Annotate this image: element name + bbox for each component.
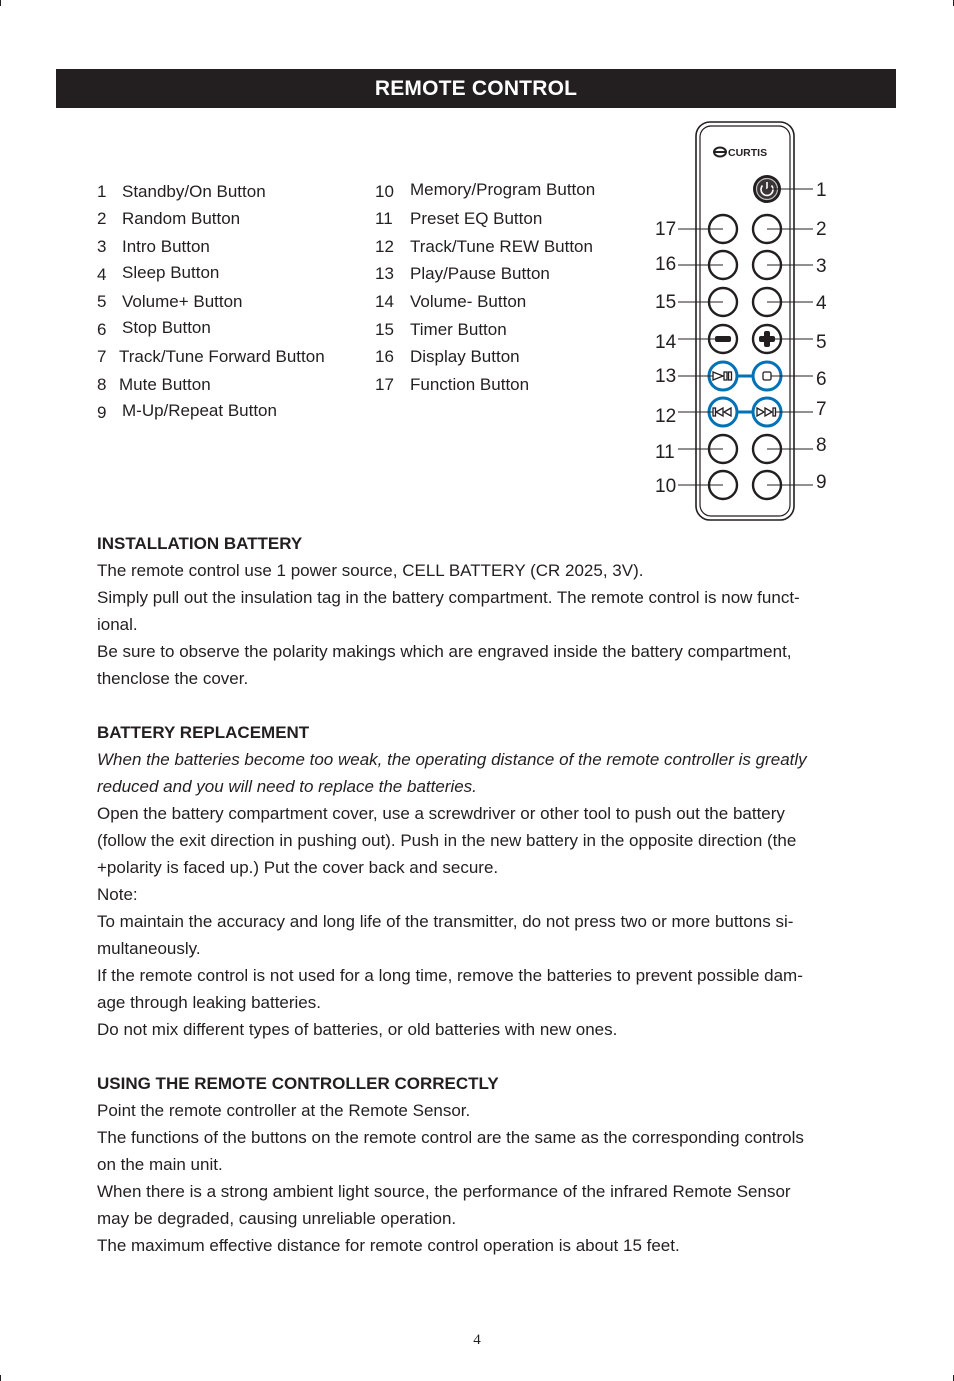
paragraph-line: Simply pull out the insulation tag in th… xyxy=(97,588,800,607)
legend-number: 11 xyxy=(375,209,393,228)
paragraph-line: thenclose the cover. xyxy=(97,669,249,688)
remote-illustration: CURTIS xyxy=(678,121,813,521)
remote-control-diagram: CURTIS 1 2 3 4 5 6 7 8 9 17 16 15 14 13 … xyxy=(640,115,860,535)
battery-replacement-section: BATTERY REPLACEMENT When the batteries b… xyxy=(97,719,887,1043)
instructions-body: INSTALLATION BATTERY The remote control … xyxy=(97,530,887,1259)
callout-number: 17 xyxy=(655,219,677,240)
paragraph-line: Open the battery compartment cover, use … xyxy=(97,804,785,823)
legend-label: Preset EQ Button xyxy=(410,209,543,228)
legend-number: 6 xyxy=(97,320,107,339)
callout-number: 7 xyxy=(816,399,827,420)
callout-number: 1 xyxy=(816,180,827,201)
callout-number: 15 xyxy=(655,292,677,313)
section-heading: BATTERY REPLACEMENT xyxy=(97,723,310,742)
legend-label: Random Button xyxy=(122,209,241,228)
page-title: REMOTE CONTROL xyxy=(374,76,578,100)
page-number: 4 xyxy=(473,1332,481,1348)
paragraph-line: The maximum effective distance for remot… xyxy=(97,1236,680,1255)
legend-label: Standby/On Button xyxy=(122,182,266,201)
paragraph-line: The functions of the buttons on the remo… xyxy=(97,1128,804,1147)
paragraph-line: When there is a strong ambient light sou… xyxy=(97,1182,791,1201)
legend-number: 8 xyxy=(97,375,107,394)
paragraph-line: If the remote control is not used for a … xyxy=(97,966,803,985)
legend-label: Display Button xyxy=(410,347,520,366)
callout-number: 8 xyxy=(816,435,827,456)
legend-label: Track/Tune Forward Button xyxy=(119,347,325,366)
legend-number: 1 xyxy=(97,182,107,201)
italic-line: When the batteries become too weak, the … xyxy=(97,750,807,769)
callout-number: 3 xyxy=(816,256,827,277)
callout-number: 6 xyxy=(816,369,827,390)
paragraph-line: age through leaking batteries. xyxy=(97,993,321,1012)
crop-mark xyxy=(0,1375,7,1381)
callout-number: 11 xyxy=(655,442,675,463)
legend-number: 15 xyxy=(375,320,394,339)
paragraph-line: may be degraded, causing unreliable oper… xyxy=(97,1209,457,1228)
legend-label: Mute Button xyxy=(119,375,211,394)
legend-label: Play/Pause Button xyxy=(410,264,550,283)
legend-label: Stop Button xyxy=(122,318,211,337)
note-label: Note: xyxy=(97,885,138,904)
legend-number: 10 xyxy=(375,182,394,201)
paragraph-line: To maintain the accuracy and long life o… xyxy=(97,912,794,931)
legend-number: 7 xyxy=(97,347,107,366)
callout-number: 2 xyxy=(816,219,827,240)
callout-number: 5 xyxy=(816,332,827,353)
legend-number: 14 xyxy=(375,292,394,311)
section-heading: USING THE REMOTE CONTROLLER CORRECTLY xyxy=(97,1074,499,1093)
legend-number: 2 xyxy=(97,209,107,228)
legend-label: Intro Button xyxy=(122,237,210,256)
legend-number: 13 xyxy=(375,264,394,283)
paragraph-line: ional. xyxy=(97,615,138,634)
legend-label: Track/Tune REW Button xyxy=(410,237,593,256)
legend-label: Memory/Program Button xyxy=(410,180,596,199)
crop-mark xyxy=(947,1375,954,1381)
legend-label: Volume- Button xyxy=(410,292,527,311)
crop-mark xyxy=(947,0,954,6)
page-title-bar: REMOTE CONTROL xyxy=(56,69,896,108)
legend-number: 12 xyxy=(375,237,394,256)
legend-label: Function Button xyxy=(410,375,530,394)
callout-number: 16 xyxy=(655,254,677,275)
paragraph-line: Do not mix different types of batteries,… xyxy=(97,1020,618,1039)
paragraph-line: multaneously. xyxy=(97,939,201,958)
callout-number: 13 xyxy=(655,366,677,387)
legend-number: 4 xyxy=(97,265,107,284)
paragraph-line: on the main unit. xyxy=(97,1155,223,1174)
legend-number: 16 xyxy=(375,347,394,366)
paragraph-line: The remote control use 1 power source, C… xyxy=(97,561,644,580)
legend-label: Volume+ Button xyxy=(122,292,243,311)
legend-number: 9 xyxy=(97,403,107,422)
installation-battery-section: INSTALLATION BATTERY The remote control … xyxy=(97,530,887,692)
paragraph-line: +polarity is faced up.) Put the cover ba… xyxy=(97,858,499,877)
paragraph-line: Be sure to observe the polarity makings … xyxy=(97,642,792,661)
crop-mark xyxy=(0,0,7,6)
callout-number: 12 xyxy=(655,406,677,427)
legend-label: Sleep Button xyxy=(122,263,220,282)
italic-line: reduced and you will need to replace the… xyxy=(97,777,477,796)
brand-logo-text: CURTIS xyxy=(728,147,767,159)
paragraph-line: (follow the exit direction in pushing ou… xyxy=(97,831,797,850)
legend-number: 5 xyxy=(97,292,107,311)
callout-number: 4 xyxy=(816,293,827,314)
callout-number: 9 xyxy=(816,472,827,493)
paragraph-line: Point the remote controller at the Remot… xyxy=(97,1101,471,1120)
legend-label: Timer Button xyxy=(410,320,507,339)
volume-minus-icon xyxy=(715,336,731,342)
legend-number: 17 xyxy=(375,375,394,394)
callout-number: 14 xyxy=(655,332,677,353)
using-remote-section: USING THE REMOTE CONTROLLER CORRECTLY Po… xyxy=(97,1070,887,1259)
legend-label: M-Up/Repeat Button xyxy=(122,401,277,420)
section-heading: INSTALLATION BATTERY xyxy=(97,534,303,553)
callout-number: 10 xyxy=(655,476,677,497)
legend-number: 3 xyxy=(97,237,107,256)
